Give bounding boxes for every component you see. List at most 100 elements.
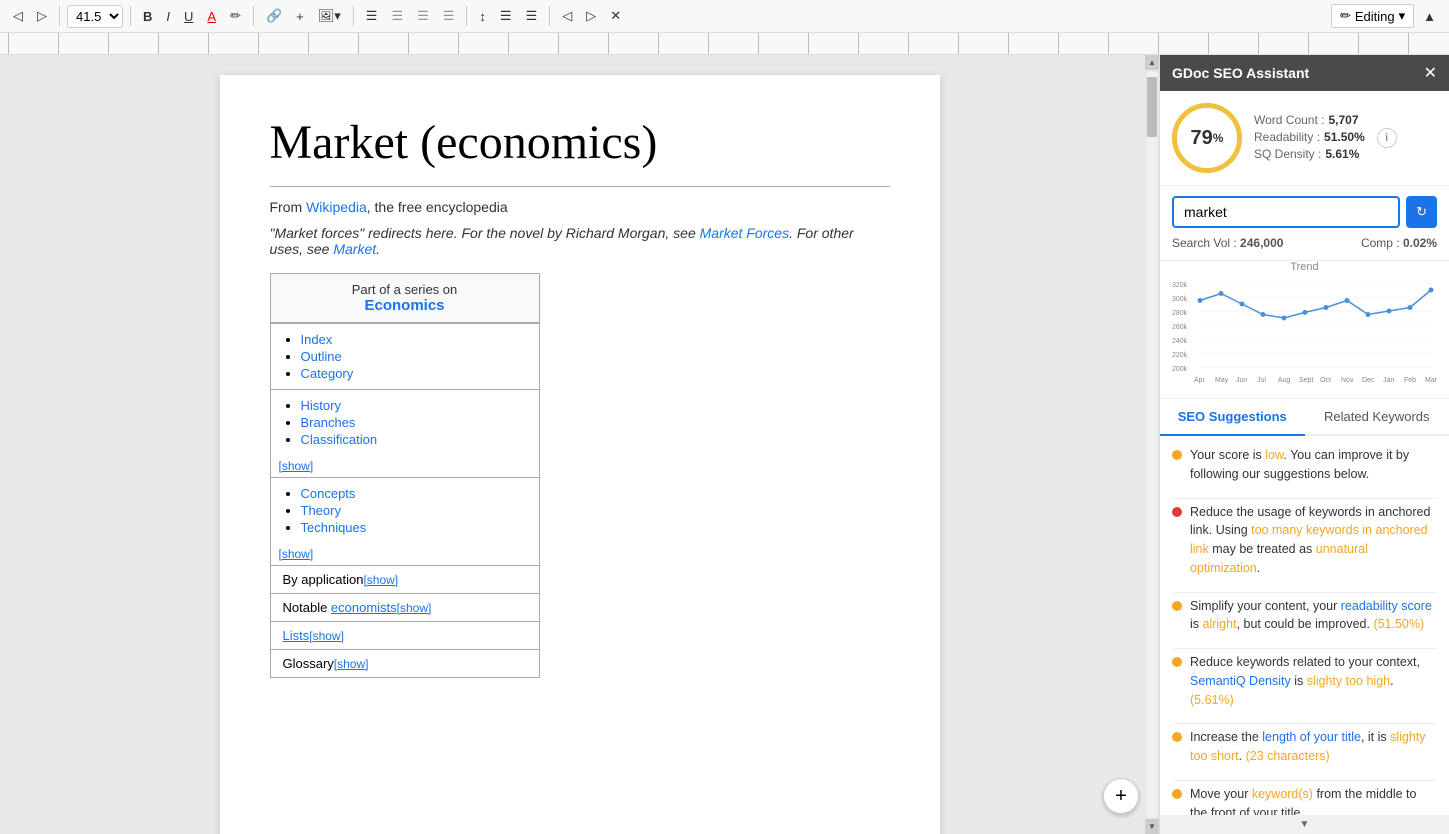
svg-text:Feb: Feb: [1404, 377, 1416, 384]
svg-text:Oct: Oct: [1320, 377, 1331, 384]
bold-button[interactable]: B: [138, 6, 157, 27]
seo-panel-title: GDoc SEO Assistant: [1172, 65, 1309, 81]
wikipedia-link[interactable]: Wikipedia: [306, 199, 367, 215]
seo-close-button[interactable]: ✕: [1424, 63, 1437, 83]
market-link[interactable]: Market: [333, 241, 376, 257]
unnatural-text: unnatural optimization: [1190, 542, 1368, 575]
svg-text:280k: 280k: [1172, 310, 1188, 317]
highlight-button[interactable]: ✏: [225, 5, 246, 27]
divider-2: [130, 6, 131, 26]
lists-link[interactable]: Lists: [283, 628, 310, 643]
suggestion-text-6: Move your keyword(s) from the middle to …: [1190, 785, 1437, 815]
readability-text: readability score: [1341, 599, 1432, 613]
align-right-button[interactable]: ☰: [412, 5, 434, 27]
market-forces-link[interactable]: Market Forces: [700, 225, 789, 241]
lists-show-link[interactable]: [show]: [309, 629, 344, 643]
suggestion-dot-6: [1172, 789, 1182, 799]
seo-panel: GDoc SEO Assistant ✕ 79% Word Count : 5,…: [1159, 55, 1449, 834]
char-count-text: (23 characters): [1246, 749, 1330, 763]
theory-link[interactable]: Theory: [301, 503, 341, 518]
image-button[interactable]: 🖼▾: [313, 5, 346, 27]
editing-mode-button[interactable]: ✏ SEO Suggestions Editing ▾: [1331, 4, 1414, 28]
show-link-2[interactable]: [show]: [271, 543, 539, 565]
economics-link[interactable]: Economics: [364, 297, 444, 314]
word-count-label: Word Count :: [1254, 113, 1324, 127]
redo-button[interactable]: ▷: [32, 5, 52, 27]
list-bullet-button[interactable]: ☰: [495, 5, 517, 27]
infobox-header-text: Part of a series on: [279, 282, 531, 297]
scroll-up-button[interactable]: ▲: [1145, 55, 1159, 70]
too-many-text: too many keywords in anchored link: [1190, 523, 1428, 556]
notable-show-link[interactable]: [show]: [397, 601, 432, 615]
indent-increase-button[interactable]: ▷: [581, 5, 601, 27]
search-area: ↻ Search Vol : 246,000 Comp : 0.02%: [1160, 186, 1449, 261]
comp-value: 0.02%: [1403, 236, 1437, 250]
density-pct-text: (5.61%): [1190, 693, 1234, 707]
concepts-link[interactable]: Concepts: [301, 486, 356, 501]
panel-scroll-down-button[interactable]: ▼: [1160, 815, 1449, 834]
branches-link[interactable]: Branches: [301, 415, 356, 430]
pencil-icon: ✏: [1340, 8, 1351, 24]
font-size-select[interactable]: 41.5: [67, 5, 123, 28]
trend-area: Trend 320k 300k 280k 260k 240k 220k 200k: [1160, 261, 1449, 399]
suggestion-dot-3: [1172, 601, 1182, 611]
infobox-lists: Lists[show]: [271, 621, 539, 649]
techniques-link[interactable]: Techniques: [301, 520, 367, 535]
category-link[interactable]: Category: [301, 366, 354, 381]
svg-text:Dec: Dec: [1362, 377, 1375, 384]
scroll-down-button[interactable]: ▼: [1145, 819, 1159, 834]
search-vol-value: 246,000: [1240, 236, 1283, 250]
svg-text:300k: 300k: [1172, 296, 1188, 303]
scroll-track[interactable]: [1147, 72, 1157, 817]
insert-button[interactable]: +: [291, 6, 309, 27]
comp-label: Comp : 0.02%: [1361, 236, 1437, 250]
suggestion-text-2: Reduce the usage of keywords in anchored…: [1190, 503, 1437, 578]
semantiq-text: SemantiQ Density: [1190, 674, 1291, 688]
link-button[interactable]: 🔗: [261, 5, 287, 27]
italic-button[interactable]: I: [161, 6, 175, 27]
svg-text:Jul: Jul: [1257, 377, 1266, 384]
svg-text:240k: 240k: [1172, 338, 1188, 345]
seo-tabs: SEO Suggestions Related Keywords: [1160, 399, 1449, 436]
undo-button[interactable]: ◁: [8, 5, 28, 27]
readability-label: Readability :: [1254, 130, 1320, 144]
outline-link[interactable]: Outline: [301, 349, 342, 364]
clear-format-button[interactable]: ✕: [605, 5, 626, 27]
list-numbered-button[interactable]: ☰: [521, 5, 543, 27]
word-count-row: Word Count : 5,707: [1254, 113, 1365, 127]
svg-text:Mar: Mar: [1425, 377, 1437, 384]
trend-chart: 320k 300k 280k 260k 240k 220k 200k: [1172, 277, 1437, 387]
show-link-1[interactable]: [show]: [271, 455, 539, 477]
svg-text:Aug: Aug: [1278, 377, 1291, 384]
index-link[interactable]: Index: [301, 332, 333, 347]
tab-seo-suggestions[interactable]: SEO Suggestions: [1160, 399, 1305, 436]
from-text: From Wikipedia, the free encyclopedia: [270, 199, 890, 215]
suggestion-dot-5: [1172, 732, 1182, 742]
economists-link[interactable]: economists: [331, 600, 397, 615]
text-color-button[interactable]: A: [202, 6, 221, 27]
align-justify-button[interactable]: ☰: [438, 5, 460, 27]
search-refresh-button[interactable]: ↻: [1406, 196, 1437, 228]
by-app-show-link[interactable]: [show]: [363, 573, 398, 587]
history-link[interactable]: History: [301, 398, 341, 413]
underline-button[interactable]: U: [179, 6, 198, 27]
collapse-toolbar-button[interactable]: ▲: [1418, 6, 1441, 27]
align-left-button[interactable]: ☰: [361, 5, 383, 27]
infobox-section-3: Concepts Theory Techniques: [271, 477, 539, 543]
readability-row: Readability : 51.50%: [1254, 130, 1365, 144]
classification-link[interactable]: Classification: [301, 432, 378, 447]
line-spacing-button[interactable]: ↕: [474, 6, 491, 27]
alright-text: alright: [1203, 617, 1237, 631]
keyword-search-input[interactable]: [1172, 196, 1400, 228]
indent-decrease-button[interactable]: ◁: [557, 5, 577, 27]
document-area[interactable]: Market (economics) From Wikipedia, the f…: [0, 55, 1159, 834]
add-content-button[interactable]: +: [1103, 778, 1139, 814]
svg-text:200k: 200k: [1172, 366, 1188, 373]
infobox-by-application: By application[show]: [271, 565, 539, 593]
align-center-button[interactable]: ☰: [386, 5, 408, 27]
suggestion-item-2: Reduce the usage of keywords in anchored…: [1172, 503, 1437, 578]
info-button[interactable]: i: [1377, 128, 1397, 148]
vol-row: Search Vol : 246,000 Comp : 0.02%: [1172, 236, 1437, 250]
tab-related-keywords[interactable]: Related Keywords: [1305, 399, 1449, 436]
glossary-show-link[interactable]: [show]: [334, 657, 369, 671]
